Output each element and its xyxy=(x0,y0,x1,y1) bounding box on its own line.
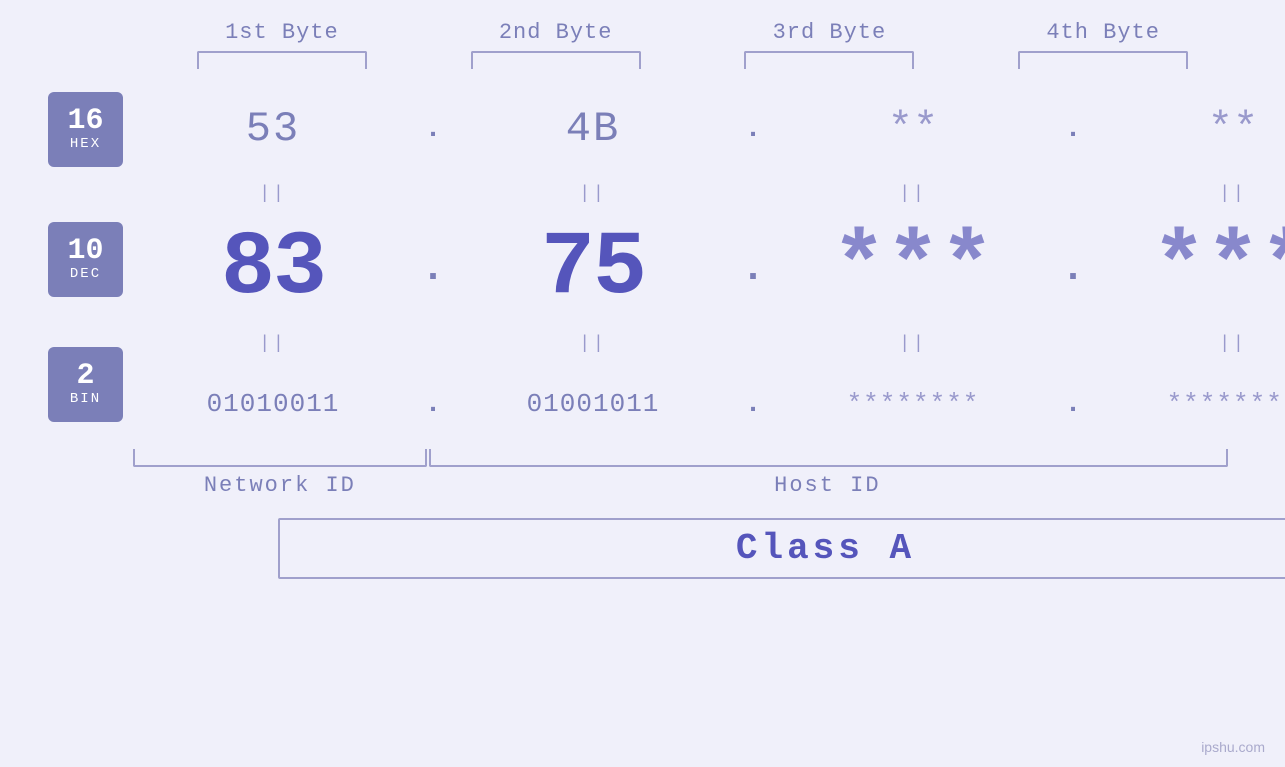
byte2-label: 2nd Byte xyxy=(499,20,613,45)
sep1-4: || xyxy=(1093,184,1285,204)
hex-num: 16 xyxy=(67,106,103,136)
bin-b4-cell: ******** xyxy=(1093,389,1285,419)
bin-dot1: . xyxy=(413,389,453,420)
hex-b4-cell: ** xyxy=(1093,105,1285,153)
hex-b4-value: ** xyxy=(1208,105,1258,153)
dec-dot1: . xyxy=(413,247,453,292)
bin-b1-value: 01010011 xyxy=(207,389,340,419)
dec-b4-cell: *** xyxy=(1093,218,1285,320)
bin-wrap: 2 BIN xyxy=(48,339,123,429)
hex-b2-value: 4B xyxy=(566,105,620,153)
dec-b1-cell: 83 xyxy=(133,218,413,320)
host-bracket xyxy=(429,449,1228,467)
byte3-bracket-top xyxy=(744,51,914,69)
sep1-2: || xyxy=(453,184,733,204)
bin-dot3: . xyxy=(1053,389,1093,420)
hex-wrap: 16 HEX xyxy=(48,79,123,179)
byte-headers: 1st Byte 2nd Byte 3rd Byte 4th Byte xyxy=(145,20,1240,69)
hex-b3-cell: ** xyxy=(773,105,1053,153)
dec-num: 10 xyxy=(67,236,103,266)
network-id-label: Network ID xyxy=(133,473,427,498)
watermark: ipshu.com xyxy=(1201,739,1265,755)
sep1-1: || xyxy=(133,184,413,204)
dec-dot2: . xyxy=(733,247,773,292)
dec-b2-value: 75 xyxy=(541,218,645,320)
sep2-3: || xyxy=(773,334,1053,354)
bottom-brackets xyxy=(133,449,1228,467)
bottom-labels: Network ID Host ID xyxy=(133,473,1228,498)
hex-badge: 16 HEX xyxy=(48,92,123,167)
dec-b1-value: 83 xyxy=(221,218,325,320)
sep-dec-bin: || || || || xyxy=(133,329,1285,359)
hex-row: 53 . 4B . ** . ** xyxy=(133,79,1285,179)
sep1-3: || xyxy=(773,184,1053,204)
bin-b2-cell: 01001011 xyxy=(453,389,733,419)
bin-b2-value: 01001011 xyxy=(527,389,660,419)
hex-dot1: . xyxy=(413,114,453,145)
byte1-bracket-top xyxy=(197,51,367,69)
sep2-2: || xyxy=(453,334,733,354)
sep2-1: || xyxy=(133,334,413,354)
byte-col-2: 2nd Byte xyxy=(419,20,693,69)
hex-b1-cell: 53 xyxy=(133,105,413,153)
dec-b4-value: *** xyxy=(1152,218,1285,320)
dec-row: 83 . 75 . *** . *** xyxy=(133,209,1285,329)
byte2-bracket-top xyxy=(471,51,641,69)
content-area: 53 . 4B . ** . ** xyxy=(133,79,1285,579)
dec-b3-value: *** xyxy=(832,218,994,320)
dec-name: DEC xyxy=(70,266,101,282)
dec-b2-cell: 75 xyxy=(453,218,733,320)
bin-dot2: . xyxy=(733,389,773,420)
sep2-4: || xyxy=(1093,334,1285,354)
byte3-label: 3rd Byte xyxy=(773,20,887,45)
host-id-label: Host ID xyxy=(427,473,1228,498)
bin-b3-value: ******** xyxy=(847,389,980,419)
hex-dot2: . xyxy=(733,114,773,145)
hex-b2-cell: 4B xyxy=(453,105,733,153)
bin-b1-cell: 01010011 xyxy=(133,389,413,419)
hex-b3-value: ** xyxy=(888,105,938,153)
sep-hex-dec: || || || || xyxy=(133,179,1285,209)
class-label: Class A xyxy=(736,528,915,569)
byte4-bracket-top xyxy=(1018,51,1188,69)
sep-space-1 xyxy=(48,179,123,209)
rows-area: 16 HEX 10 DEC 2 BIN xyxy=(0,79,1285,767)
dec-dot3: . xyxy=(1053,247,1093,292)
byte1-label: 1st Byte xyxy=(225,20,339,45)
network-bracket xyxy=(133,449,427,467)
bin-name: BIN xyxy=(70,391,101,407)
bin-row: 01010011 . 01001011 . ******** . xyxy=(133,359,1285,449)
dec-badge: 10 DEC xyxy=(48,222,123,297)
byte-col-1: 1st Byte xyxy=(145,20,419,69)
byte-col-4: 4th Byte xyxy=(966,20,1240,69)
hex-name: HEX xyxy=(70,136,101,152)
byte4-label: 4th Byte xyxy=(1046,20,1160,45)
bin-num: 2 xyxy=(76,361,94,391)
dec-wrap: 10 DEC xyxy=(48,209,123,309)
bottom-section: Network ID Host ID xyxy=(133,449,1228,498)
hex-dot3: . xyxy=(1053,114,1093,145)
bin-badge: 2 BIN xyxy=(48,347,123,422)
class-row: Class A xyxy=(278,518,1285,579)
main-container: 1st Byte 2nd Byte 3rd Byte 4th Byte 16 H… xyxy=(0,0,1285,767)
hex-b1-value: 53 xyxy=(246,105,300,153)
base-labels: 16 HEX 10 DEC 2 BIN xyxy=(48,79,123,429)
bin-b4-value: ******** xyxy=(1167,389,1285,419)
dec-b3-cell: *** xyxy=(773,218,1053,320)
sep-space-2 xyxy=(48,309,123,339)
byte-col-3: 3rd Byte xyxy=(693,20,967,69)
bin-b3-cell: ******** xyxy=(773,389,1053,419)
